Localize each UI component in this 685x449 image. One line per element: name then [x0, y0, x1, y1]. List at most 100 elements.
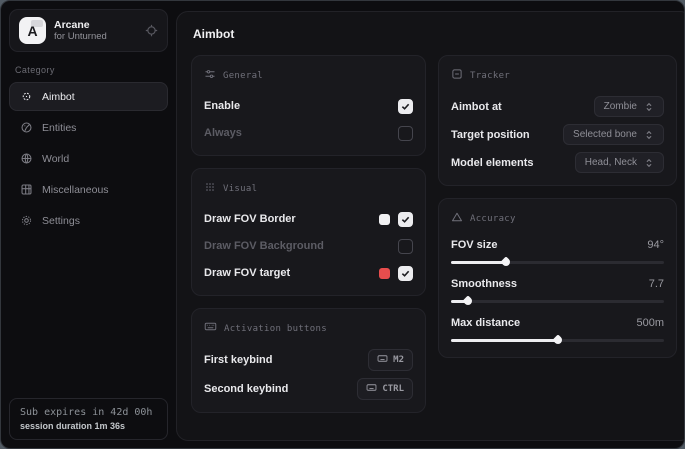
- dropdown-value: Selected bone: [573, 129, 637, 140]
- triangle-icon: [451, 210, 463, 228]
- scan-icon: [451, 67, 463, 85]
- sidebar-item-entities[interactable]: Entities: [9, 113, 168, 142]
- setting-label: Model elements: [451, 157, 534, 169]
- setting-label: Target position: [451, 129, 530, 141]
- brand-logo-letter: A: [27, 23, 37, 39]
- setting-label: Aimbot at: [451, 101, 502, 113]
- chevron-up-down-icon: [644, 158, 654, 168]
- sidebar-item-world[interactable]: World: [9, 144, 168, 173]
- accuracy-card: Accuracy FOV size 94°: [438, 198, 677, 358]
- tracker-card: Tracker Aimbot at Zombie: [438, 55, 677, 186]
- visual-card-header: Visual: [204, 180, 413, 198]
- section-title: Tracker: [470, 71, 510, 81]
- grid-icon: [20, 183, 33, 196]
- keyboard-icon: [377, 353, 388, 367]
- fov-target-checkbox[interactable]: [398, 266, 413, 281]
- dropdown-value: Head, Neck: [585, 157, 637, 168]
- general-card-header: General: [204, 67, 413, 85]
- fov-border-checkbox[interactable]: [398, 212, 413, 227]
- max-distance-slider[interactable]: [451, 337, 664, 344]
- left-column: General Enable Always: [191, 55, 426, 413]
- setting-label: First keybind: [204, 354, 272, 366]
- brand-name: Arcane: [54, 19, 137, 32]
- brand-logo: A: [19, 17, 46, 44]
- tracker-card-header: Tracker: [451, 67, 664, 85]
- setting-label: FOV size: [451, 239, 497, 251]
- slider-thumb[interactable]: [552, 334, 563, 345]
- chevron-up-down-icon: [644, 130, 654, 140]
- target-position-dropdown[interactable]: Selected bone: [563, 124, 664, 145]
- always-checkbox[interactable]: [398, 126, 413, 141]
- setting-label: Draw FOV Border: [204, 213, 296, 225]
- tracker-row-target-position: Target position Selected bone: [451, 124, 664, 145]
- gear-icon: [20, 214, 33, 227]
- slider-value: 94°: [647, 239, 664, 251]
- setting-label: Draw FOV target: [204, 267, 290, 279]
- keybind-value: CTRL: [382, 384, 404, 394]
- setting-row-enable: Enable: [204, 96, 413, 116]
- setting-label: Enable: [204, 100, 240, 112]
- tracker-row-aimbot-at: Aimbot at Zombie: [451, 96, 664, 117]
- setting-label: Always: [204, 127, 242, 139]
- sidebar-item-miscellaneous[interactable]: Miscellaneous: [9, 175, 168, 204]
- slider-track: [451, 300, 664, 303]
- dropdown-value: Zombie: [604, 101, 637, 112]
- main-area: Aimbot General: [176, 1, 685, 448]
- sidebar-item-label: Miscellaneous: [42, 184, 109, 196]
- crosshair-focus-icon: [20, 90, 33, 103]
- slider-value: 7.7: [649, 278, 664, 290]
- sidebar-item-settings[interactable]: Settings: [9, 206, 168, 235]
- section-title: Visual: [223, 184, 257, 194]
- model-elements-dropdown[interactable]: Head, Neck: [575, 152, 664, 173]
- sidebar-item-label: Settings: [42, 215, 80, 227]
- aimbot-at-dropdown[interactable]: Zombie: [594, 96, 664, 117]
- setting-row-fov-border: Draw FOV Border: [204, 209, 413, 229]
- entities-radar-icon: [20, 121, 33, 134]
- slider-thumb[interactable]: [462, 295, 473, 306]
- sidebar: A Arcane for Unturned Category Aimbot: [1, 1, 176, 448]
- brand-box: A Arcane for Unturned: [9, 9, 168, 52]
- right-column: Tracker Aimbot at Zombie: [438, 55, 677, 358]
- section-title: Accuracy: [470, 214, 516, 224]
- content-panel: Aimbot General: [176, 11, 685, 441]
- tracker-row-model-elements: Model elements Head, Neck: [451, 152, 664, 173]
- enable-checkbox[interactable]: [398, 99, 413, 114]
- general-card: General Enable Always: [191, 55, 426, 156]
- setting-label: Smoothness: [451, 278, 517, 290]
- visual-card: Visual Draw FOV Border: [191, 168, 426, 296]
- setting-label: Second keybind: [204, 383, 288, 395]
- brand-text: Arcane for Unturned: [54, 19, 137, 43]
- crosshair-icon: [145, 24, 158, 37]
- brand-subtitle: for Unturned: [54, 31, 137, 42]
- sidebar-item-label: World: [42, 153, 69, 165]
- smoothness-slider[interactable]: [451, 298, 664, 305]
- setting-label: Max distance: [451, 317, 520, 329]
- sub-expiry-text: Sub expires in 42d 00h: [20, 407, 157, 418]
- subscription-status-box: Sub expires in 42d 00h session duration …: [9, 398, 168, 440]
- keyboard-icon: [366, 382, 377, 396]
- dots-square-icon: [204, 180, 216, 198]
- app-window: A Arcane for Unturned Category Aimbot: [0, 0, 685, 449]
- accuracy-card-header: Accuracy: [451, 210, 664, 228]
- slider-row-fov-size: FOV size 94°: [451, 239, 664, 266]
- keyboard-icon: [204, 320, 217, 338]
- setting-row-always: Always: [204, 123, 413, 143]
- color-swatch[interactable]: [379, 214, 390, 225]
- sidebar-item-aimbot[interactable]: Aimbot: [9, 82, 168, 111]
- slider-row-max-distance: Max distance 500m: [451, 317, 664, 344]
- page-title: Aimbot: [193, 27, 677, 41]
- keybind-value: M2: [393, 355, 404, 365]
- second-keybind-button[interactable]: CTRL: [357, 378, 413, 400]
- session-duration-text: session duration 1m 36s: [20, 421, 157, 431]
- sliders-icon: [204, 67, 216, 85]
- activation-card: Activation buttons First keybind M2: [191, 308, 426, 413]
- sidebar-item-label: Aimbot: [42, 91, 75, 103]
- activation-card-header: Activation buttons: [204, 320, 413, 338]
- section-title: General: [223, 71, 263, 81]
- first-keybind-button[interactable]: M2: [368, 349, 413, 371]
- chevron-up-down-icon: [644, 102, 654, 112]
- color-swatch[interactable]: [379, 268, 390, 279]
- slider-thumb[interactable]: [501, 256, 512, 267]
- fov-size-slider[interactable]: [451, 259, 664, 266]
- fov-background-checkbox[interactable]: [398, 239, 413, 254]
